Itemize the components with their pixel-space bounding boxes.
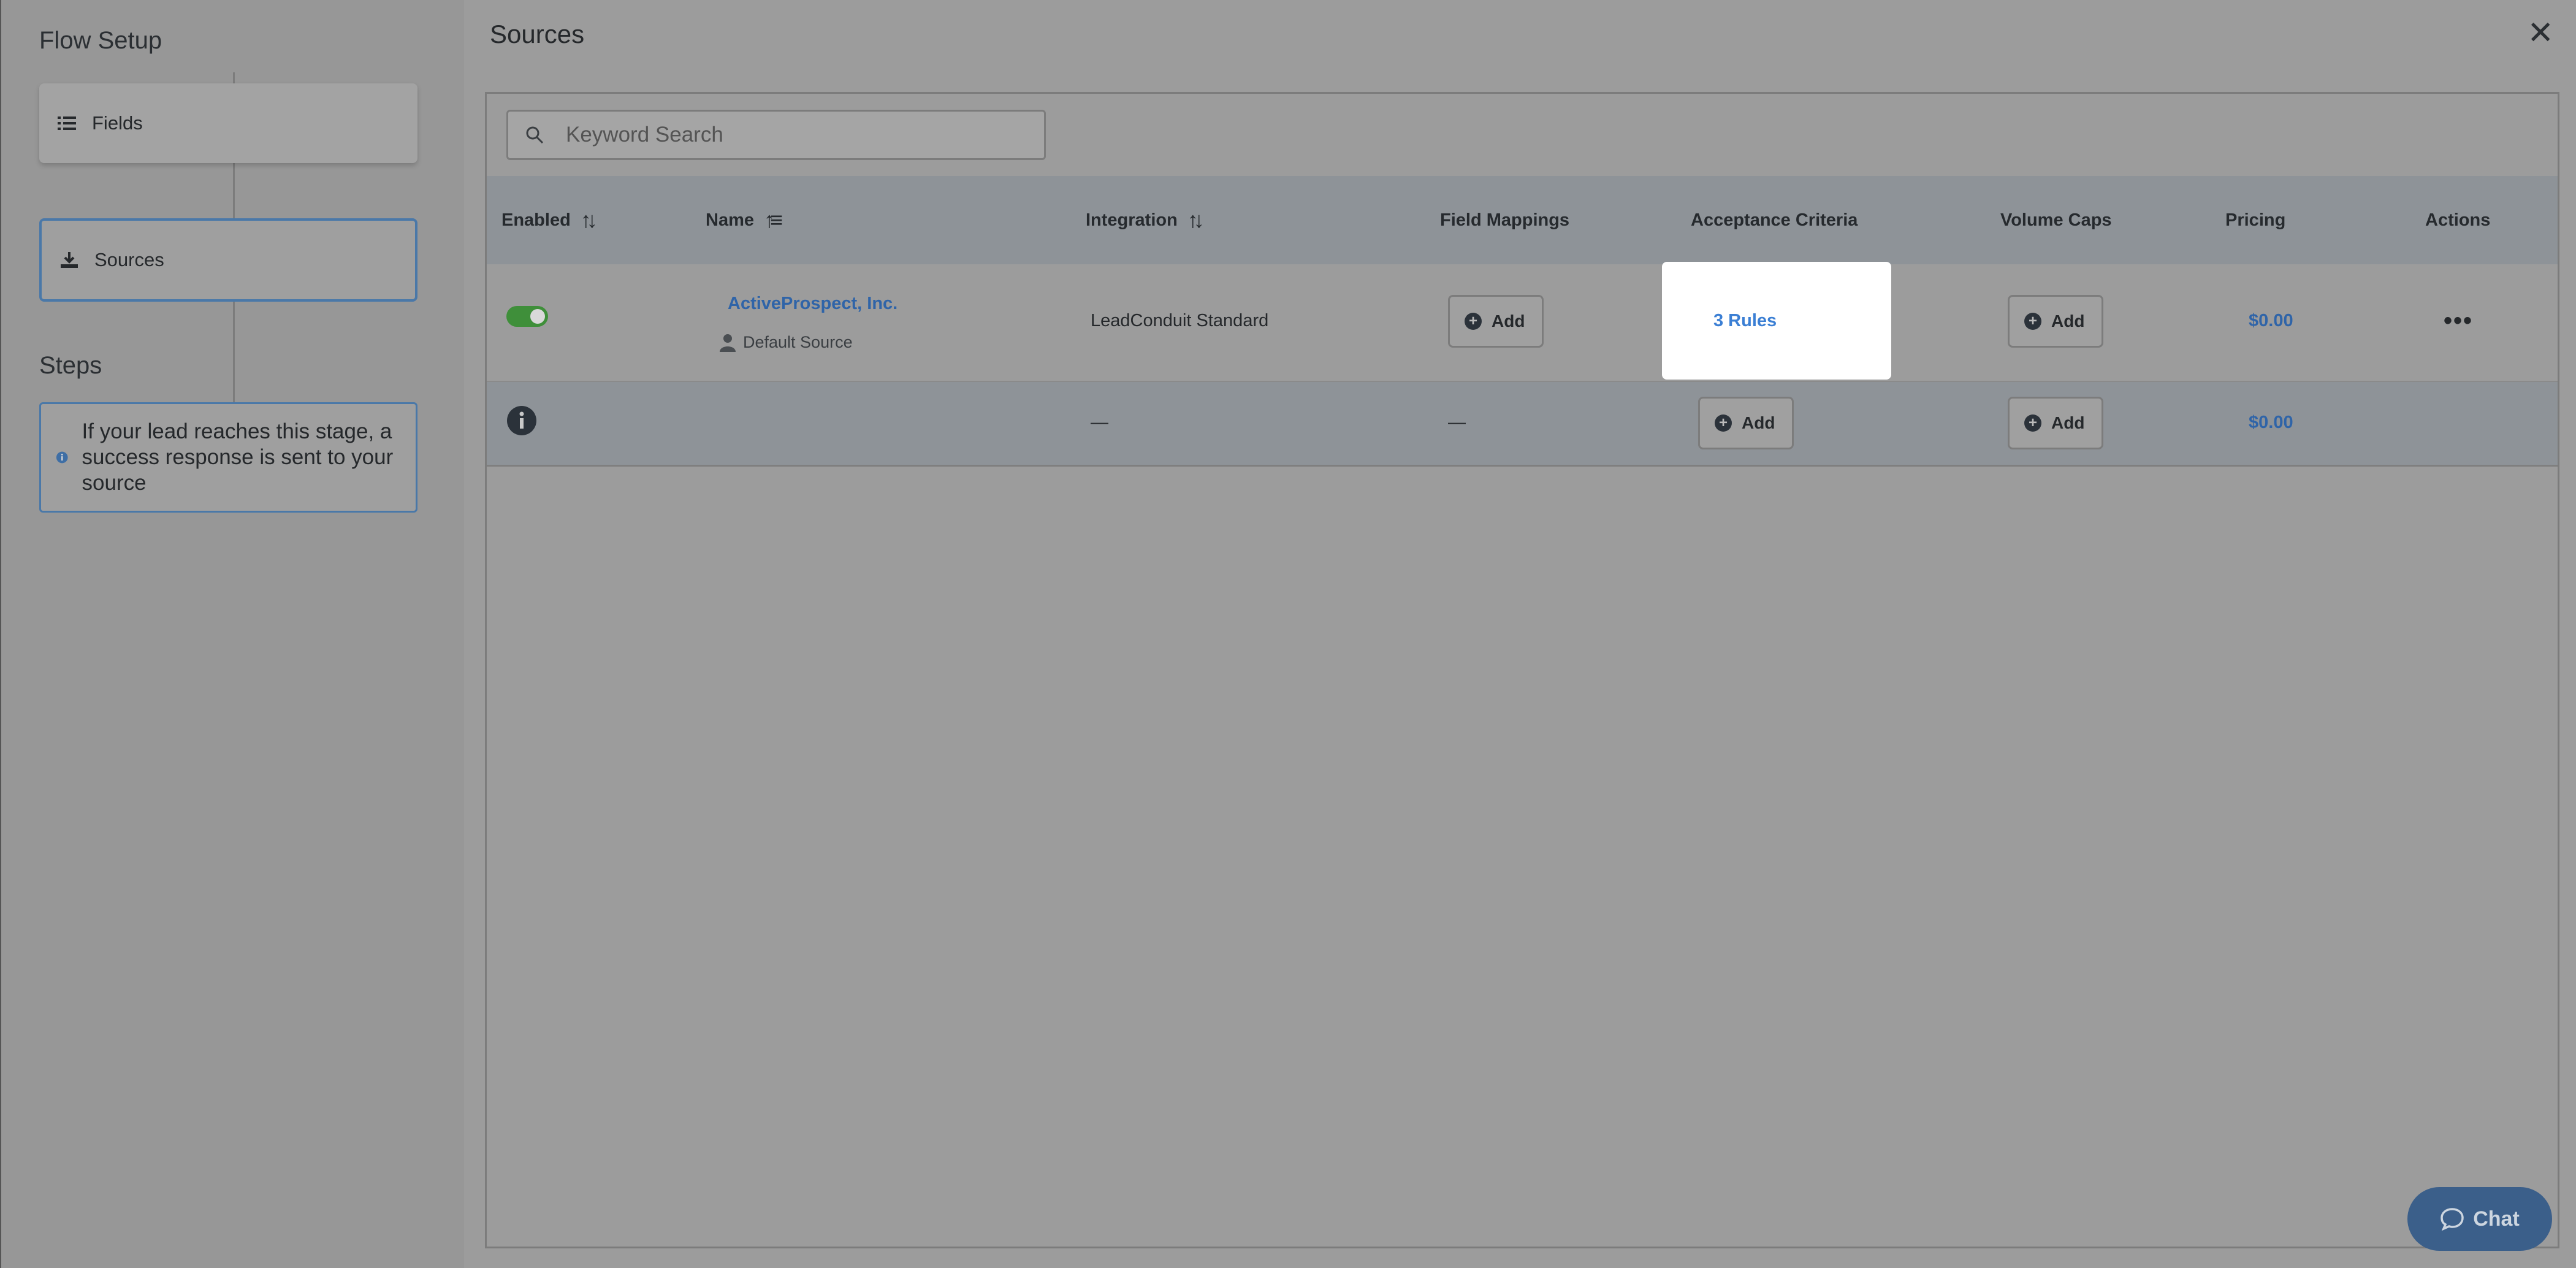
pricing-value[interactable]: $0.00	[2249, 413, 2293, 433]
sources-panel: Enabled ↑↓ Name ↑≡ Integration ↑↓ Field …	[485, 92, 2559, 1248]
column-enabled[interactable]: Enabled ↑↓	[501, 176, 598, 264]
chat-bubble-icon	[2441, 1208, 2464, 1231]
sources-modal: Sources ✕ Enabled ↑↓ Name ↑≡ Integration…	[464, 0, 2576, 1268]
table-row: — — + Add + Add $0.00	[487, 382, 2558, 467]
info-icon[interactable]	[506, 405, 537, 436]
sidebar-edge	[0, 0, 1, 1268]
column-label: Integration	[1086, 210, 1178, 230]
keyword-search[interactable]	[506, 110, 1046, 160]
column-acceptance-criteria: Acceptance Criteria	[1691, 210, 1858, 230]
connector-line	[233, 163, 235, 218]
row-actions-menu[interactable]: •••	[2444, 307, 2473, 335]
sidebar-item-sources[interactable]: Sources	[39, 218, 417, 302]
empty-dash: —	[1091, 413, 1108, 432]
source-name[interactable]: ActiveProspect, Inc.	[728, 294, 897, 314]
sort-icon[interactable]: ↑↓	[581, 207, 598, 233]
source-name-link[interactable]: ActiveProspect, Inc.	[728, 294, 897, 314]
column-pricing: Pricing	[2225, 210, 2286, 230]
list-icon	[58, 116, 76, 130]
integration-text: LeadConduit Standard	[1091, 311, 1269, 330]
add-acceptance-criteria-button[interactable]: + Add	[1698, 397, 1794, 449]
button-label: Add	[2051, 413, 2085, 432]
plus-icon: +	[1715, 414, 1732, 432]
stage-info-card: If your lead reaches this stage, a succe…	[39, 402, 417, 513]
sidebar-item-label: Sources	[94, 249, 164, 270]
field-mappings-cell: + Add	[1448, 295, 1544, 348]
plus-icon: +	[2024, 313, 2041, 330]
table-header: Enabled ↑↓ Name ↑≡ Integration ↑↓ Field …	[487, 176, 2558, 264]
info-icon	[56, 451, 68, 464]
add-volume-cap-button[interactable]: + Add	[2008, 295, 2104, 348]
sidebar-item-fields[interactable]: Fields	[39, 83, 417, 163]
connector-line	[233, 72, 235, 83]
integration-empty: —	[1091, 413, 1108, 433]
column-label: Enabled	[501, 210, 571, 230]
pricing-value[interactable]: $0.00	[2249, 311, 2293, 331]
button-label: Add	[1492, 311, 1525, 330]
sort-icon[interactable]: ↑↓	[1187, 207, 1205, 233]
page-title: Sources	[490, 20, 585, 48]
steps-title: Steps	[39, 352, 102, 379]
column-name[interactable]: Name ↑≡	[706, 176, 783, 264]
download-icon	[61, 252, 78, 268]
toggle-switch[interactable]	[506, 306, 548, 327]
sidebar-item-label: Fields	[92, 112, 143, 134]
button-label: Add	[1742, 413, 1775, 432]
volume-caps-cell: + Add	[2008, 397, 2104, 449]
column-volume-caps: Volume Caps	[2000, 210, 2112, 230]
chat-button[interactable]: Chat	[2407, 1187, 2552, 1251]
plus-icon: +	[1465, 313, 1482, 330]
add-field-mapping-button[interactable]: + Add	[1448, 295, 1544, 348]
row-info[interactable]	[506, 405, 537, 436]
empty-dash: —	[1448, 413, 1466, 432]
source-subtitle: Default Source	[743, 333, 853, 351]
column-label: Name	[706, 210, 754, 230]
close-button[interactable]: ✕	[2527, 17, 2554, 49]
table-row: ActiveProspect, Inc. Default Source Lead…	[487, 262, 2558, 382]
search-icon	[526, 126, 544, 144]
user-icon	[720, 334, 736, 352]
flow-setup-sidebar: Flow Setup Fields Sources Steps If your …	[0, 0, 464, 1268]
stage-info-text: If your lead reaches this stage, a succe…	[82, 419, 394, 495]
field-mappings-empty: —	[1448, 413, 1466, 433]
pricing-link[interactable]: $0.00	[2249, 311, 2293, 331]
plus-icon: +	[2024, 414, 2041, 432]
rules-link[interactable]: 3 Rules	[1713, 311, 1777, 331]
default-source-label: Default Source	[720, 333, 853, 352]
enabled-toggle[interactable]	[506, 306, 548, 327]
column-field-mappings: Field Mappings	[1440, 210, 1570, 230]
connector-line	[233, 302, 235, 402]
sort-ascending-icon[interactable]: ↑≡	[764, 207, 783, 233]
more-icon[interactable]: •••	[2444, 307, 2473, 335]
pricing-link[interactable]: $0.00	[2249, 413, 2293, 433]
flow-setup-title: Flow Setup	[39, 27, 162, 54]
add-volume-cap-button[interactable]: + Add	[2008, 397, 2104, 449]
column-integration[interactable]: Integration ↑↓	[1086, 176, 1205, 264]
column-actions: Actions	[2425, 210, 2491, 230]
button-label: Add	[2051, 311, 2085, 330]
search-input[interactable]	[565, 122, 1031, 148]
integration-value: LeadConduit Standard	[1091, 311, 1268, 331]
acceptance-criteria-cell: + Add	[1698, 397, 1794, 449]
acceptance-criteria-cell[interactable]: 3 Rules	[1662, 262, 1891, 380]
chat-label: Chat	[2473, 1207, 2520, 1231]
volume-caps-cell: + Add	[2008, 295, 2104, 348]
